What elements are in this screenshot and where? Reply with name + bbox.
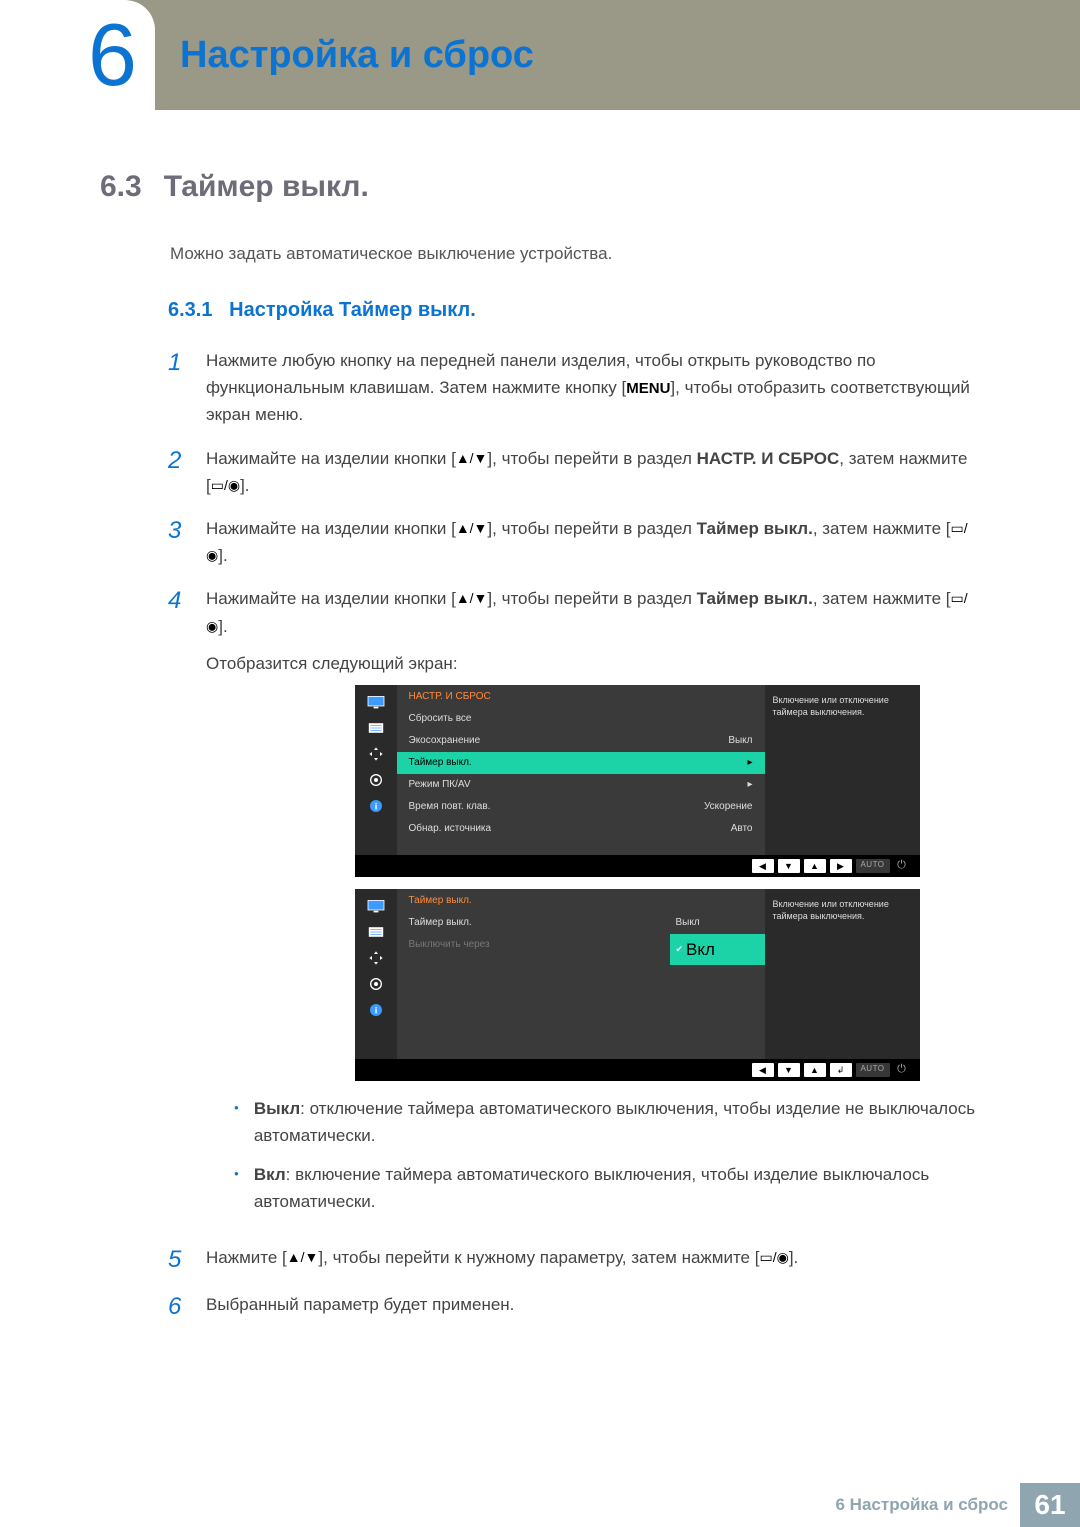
- osd-screenshots: i НАСТР. И СБРОС Сбросить все Экосохране…: [294, 685, 980, 1081]
- chapter-title: Настройка и сброс: [180, 34, 534, 77]
- subsection-heading: 6.3.1 Настройка Таймер выкл.: [168, 299, 980, 322]
- osd-row: Режим ПК/AV▸: [397, 774, 765, 796]
- chapter-header-band: 6 Настройка и сброс: [0, 0, 1080, 110]
- osd-title: НАСТР. И СБРОС: [397, 689, 765, 708]
- chapter-number-box: 6: [0, 0, 155, 110]
- section-heading: 6.3 Таймер выкл.: [100, 170, 980, 204]
- monitor-icon: [365, 693, 387, 711]
- section-number: 6.3: [100, 170, 142, 204]
- up-down-icon: ▲/▼: [456, 450, 488, 466]
- step-6: 6 Выбранный параметр будет применен.: [168, 1291, 980, 1322]
- svg-text:i: i: [374, 1005, 377, 1015]
- enter-icon: ▭/◉: [759, 1249, 788, 1265]
- arrows-icon: [365, 745, 387, 763]
- page: 6 Настройка и сброс 6.3 Таймер выкл. Мож…: [0, 0, 1080, 1527]
- step-1: 1 Нажмите любую кнопку на передней панел…: [168, 347, 980, 429]
- step-3: 3 Нажимайте на изделии кнопки [▲/▼], что…: [168, 515, 980, 569]
- subsection-title: Настройка Таймер выкл.: [229, 299, 476, 321]
- osd-row: Сбросить все: [397, 708, 765, 730]
- up-down-icon: ▲/▼: [456, 590, 488, 606]
- steps-list: 1 Нажмите любую кнопку на передней панел…: [168, 347, 980, 1322]
- osd-help-panel: Включение или отключение таймера выключе…: [765, 685, 920, 855]
- info-icon: i: [365, 797, 387, 815]
- osd-icon-strip: i: [355, 889, 397, 1059]
- content: 6.3 Таймер выкл. Можно задать автоматиче…: [0, 110, 1080, 1322]
- gear-icon: [365, 771, 387, 789]
- menu-label: MENU: [626, 380, 670, 397]
- power-icon: ⏻: [894, 859, 910, 873]
- osd-row: Таймер выкл.: [397, 912, 670, 934]
- enter-icon: ▭/◉: [211, 477, 240, 493]
- bullets: ● Выкл: отключение таймера автоматическо…: [234, 1095, 980, 1216]
- svg-text:i: i: [374, 801, 377, 811]
- osd-row: Обнар. источникаАвто: [397, 818, 765, 840]
- list-icon: [365, 719, 387, 737]
- osd-setup-reset: i НАСТР. И СБРОС Сбросить все Экосохране…: [355, 685, 920, 877]
- target-text: Таймер выкл.: [697, 589, 813, 608]
- osd-row-selected: Таймер выкл.▸: [397, 752, 765, 774]
- bullet-on: ● Вкл: включение таймера автоматического…: [234, 1161, 980, 1215]
- osd-row: ЭкосохранениеВыкл: [397, 730, 765, 752]
- osd-option-selected: ✔Вкл: [670, 934, 765, 965]
- bullet-dot-icon: ●: [234, 1102, 239, 1149]
- page-footer: 6 Настройка и сброс 61: [836, 1483, 1080, 1527]
- monitor-icon: [365, 897, 387, 915]
- arrows-icon: [365, 949, 387, 967]
- osd-option: Выкл: [670, 912, 765, 934]
- footer-chapter: 6 Настройка и сброс: [836, 1495, 1009, 1515]
- osd-main: НАСТР. И СБРОС Сбросить все Экосохранени…: [397, 685, 765, 855]
- nav-right-icon: ▶: [830, 859, 852, 873]
- target-text: НАСТР. И СБРОС: [697, 449, 840, 468]
- nav-auto: AUTO: [856, 859, 890, 873]
- nav-up-icon: ▲: [804, 859, 826, 873]
- nav-down-icon: ▼: [778, 1063, 800, 1077]
- bullet-off: ● Выкл: отключение таймера автоматическо…: [234, 1095, 980, 1149]
- osd-footer: ◀ ▼ ▲ ↲ AUTO ⏻: [355, 1059, 920, 1081]
- nav-left-icon: ◀: [752, 1063, 774, 1077]
- osd-off-timer: i Таймер выкл. Таймер выкл. Выключить че…: [355, 889, 920, 1081]
- osd-icon-strip: i: [355, 685, 397, 855]
- gear-icon: [365, 975, 387, 993]
- osd-title: Таймер выкл.: [397, 893, 765, 912]
- step-4-after: Отобразится следующий экран:: [206, 650, 980, 677]
- power-icon: ⏻: [894, 1063, 910, 1077]
- info-icon: i: [365, 1001, 387, 1019]
- up-down-icon: ▲/▼: [287, 1249, 319, 1265]
- step-2: 2 Нажимайте на изделии кнопки [▲/▼], что…: [168, 445, 980, 499]
- page-number: 61: [1020, 1483, 1080, 1527]
- subsection-number: 6.3.1: [168, 299, 212, 321]
- section-title: Таймер выкл.: [164, 170, 369, 204]
- bullet-dot-icon: ●: [234, 1168, 239, 1215]
- step-5: 5 Нажмите [▲/▼], чтобы перейти к нужному…: [168, 1244, 980, 1275]
- osd-footer: ◀ ▼ ▲ ▶ AUTO ⏻: [355, 855, 920, 877]
- osd-main: Таймер выкл. Таймер выкл. Выключить чере…: [397, 889, 765, 1059]
- list-icon: [365, 923, 387, 941]
- nav-left-icon: ◀: [752, 859, 774, 873]
- target-text: Таймер выкл.: [697, 519, 813, 538]
- osd-row: Время повт. клав.Ускорение: [397, 796, 765, 818]
- step-4: 4 Нажимайте на изделии кнопки [▲/▼], что…: [168, 585, 980, 1227]
- check-icon: ✔: [676, 942, 684, 956]
- osd-row: Выключить через: [397, 934, 670, 956]
- nav-down-icon: ▼: [778, 859, 800, 873]
- nav-up-icon: ▲: [804, 1063, 826, 1077]
- section-intro: Можно задать автоматическое выключение у…: [170, 244, 980, 264]
- osd-help-panel: Включение или отключение таймера выключе…: [765, 889, 920, 1059]
- nav-auto: AUTO: [856, 1063, 890, 1077]
- up-down-icon: ▲/▼: [456, 520, 488, 536]
- chapter-number: 6: [88, 11, 133, 99]
- nav-enter-icon: ↲: [830, 1063, 852, 1077]
